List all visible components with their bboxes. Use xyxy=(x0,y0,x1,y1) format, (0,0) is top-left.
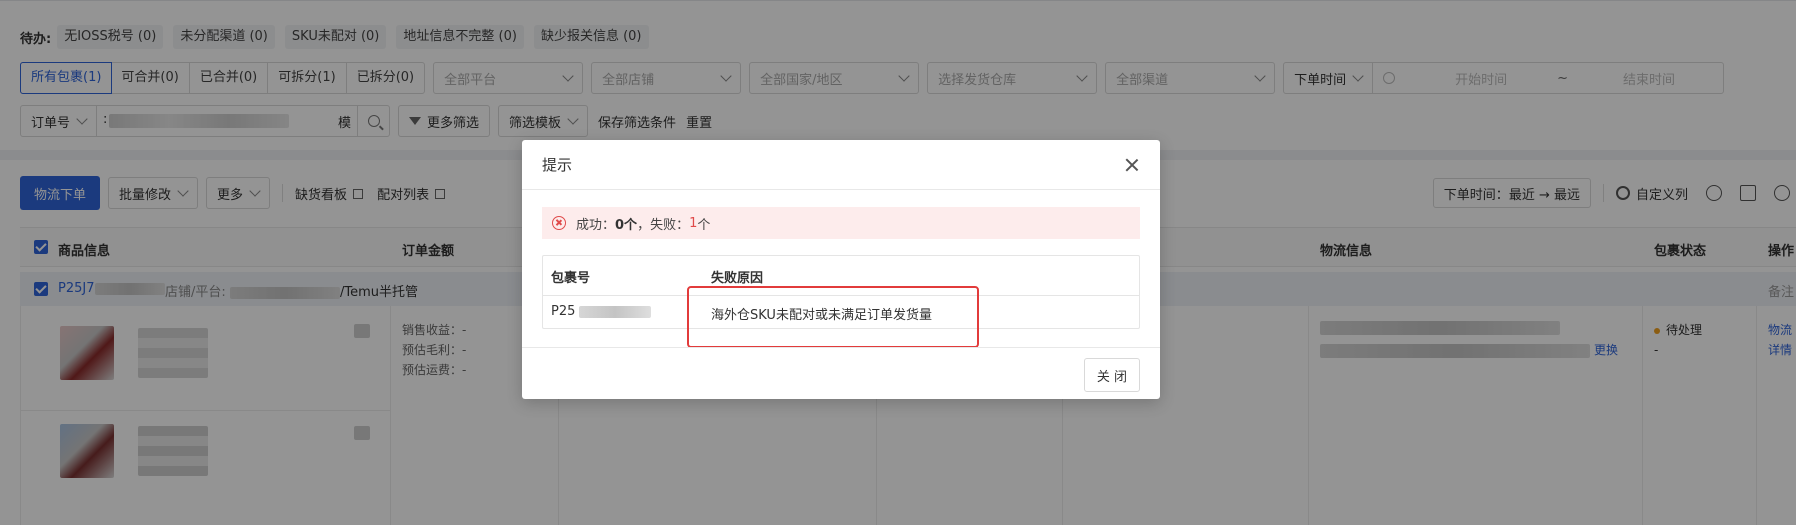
redacted-package-number xyxy=(579,305,652,318)
result-summary: 成功： 0个 ，失败： 1 个 xyxy=(542,207,1140,239)
dialog-title: 提示 xyxy=(542,156,573,174)
success-count: 0个 xyxy=(615,217,638,233)
failure-package-prefix: P25 xyxy=(551,304,576,319)
failure-package-number: P25 xyxy=(551,304,652,319)
col-package-number: 包裹号 xyxy=(551,271,591,286)
fail-unit: 个 xyxy=(697,217,711,233)
error-circle-icon xyxy=(552,216,566,230)
close-button[interactable]: 关 闭 xyxy=(1084,358,1140,392)
col-failure-reason: 失败原因 xyxy=(711,271,764,286)
fail-label: ，失败： xyxy=(637,217,690,233)
success-label: 成功： xyxy=(576,217,616,233)
dialog-footer: 关 闭 xyxy=(522,347,1160,399)
annotation-highlight-box xyxy=(687,286,979,348)
fail-count: 1 xyxy=(689,215,698,231)
dialog-header: 提示 xyxy=(522,140,1160,190)
result-dialog: 提示 成功： 0个 ，失败： 1 个 包裹号 失败原因 P25 海外仓SKU未配… xyxy=(522,140,1160,399)
close-icon[interactable] xyxy=(1124,157,1140,173)
page: 待办: 无IOSS税号 (0) 未分配渠道 (0) SKU未配对 (0) 地址信… xyxy=(0,0,1796,525)
